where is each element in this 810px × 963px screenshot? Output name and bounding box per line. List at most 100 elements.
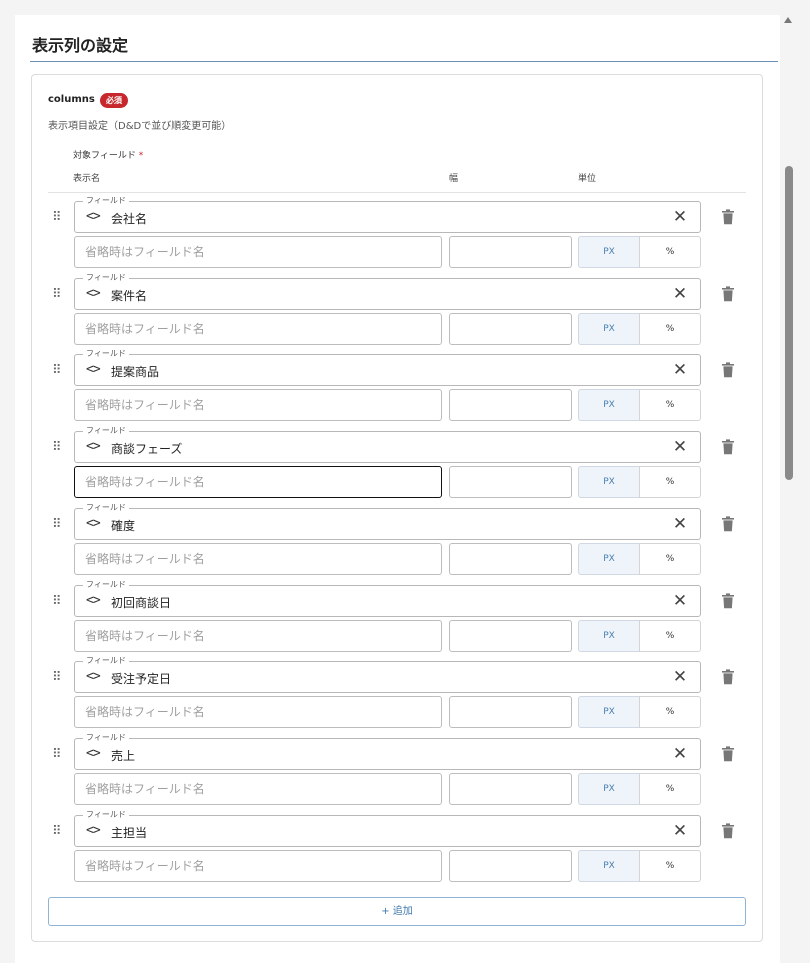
- close-icon[interactable]: ✕: [672, 361, 688, 379]
- field-select[interactable]: フィールド <> 商談フェーズ ✕: [74, 425, 701, 464]
- drag-handle-icon[interactable]: ⠿: [52, 441, 64, 455]
- display-name-input[interactable]: [74, 466, 442, 499]
- field-value: 商談フェーズ: [111, 442, 183, 457]
- unit-px-toggle[interactable]: PX: [578, 696, 640, 729]
- close-icon[interactable]: ✕: [672, 438, 688, 456]
- close-icon[interactable]: ✕: [672, 208, 688, 226]
- header-unit: 単位: [578, 174, 597, 184]
- display-name-input[interactable]: [74, 849, 442, 882]
- drag-handle-icon[interactable]: ⠿: [52, 517, 64, 532]
- scroll-up-arrow-icon[interactable]: [784, 17, 792, 23]
- width-input[interactable]: [449, 236, 572, 268]
- display-name-input[interactable]: [74, 619, 442, 652]
- column-row: ⠿ フィールド <> 確度 ✕ PX %: [32, 501, 762, 584]
- field-legend: フィールド: [83, 578, 129, 591]
- width-input[interactable]: [449, 466, 572, 499]
- unit-percent-toggle[interactable]: %: [639, 466, 701, 499]
- trash-icon[interactable]: [721, 439, 735, 455]
- width-input[interactable]: [449, 312, 572, 345]
- close-icon[interactable]: ✕: [672, 515, 688, 533]
- unit-px-toggle[interactable]: PX: [578, 772, 640, 805]
- unit-percent-toggle[interactable]: %: [639, 236, 701, 268]
- trash-icon[interactable]: [721, 592, 735, 609]
- unit-percent-toggle[interactable]: %: [639, 312, 701, 345]
- field-value: 会社名: [111, 212, 148, 226]
- unit-px-toggle[interactable]: PX: [578, 389, 640, 422]
- unit-percent-toggle[interactable]: %: [639, 619, 701, 652]
- drag-handle-icon[interactable]: ⠿: [52, 594, 64, 609]
- field-value: 確度: [111, 518, 136, 533]
- drag-handle-icon[interactable]: ⠿: [52, 211, 64, 225]
- field-legend: フィールド: [83, 731, 129, 744]
- unit-percent-toggle[interactable]: %: [639, 542, 701, 575]
- display-name-input[interactable]: [74, 312, 442, 345]
- display-name-input[interactable]: [74, 772, 442, 805]
- field-select[interactable]: フィールド <> 売上 ✕: [74, 731, 701, 770]
- unit-px-toggle[interactable]: PX: [578, 619, 640, 652]
- code-brackets-icon: <>: [86, 209, 101, 224]
- field-select[interactable]: フィールド <> 会社名 ✕: [74, 195, 701, 233]
- field-select[interactable]: フィールド <> 提案商品 ✕: [74, 348, 701, 387]
- trash-icon[interactable]: [721, 209, 735, 225]
- display-name-input[interactable]: [74, 696, 442, 729]
- code-brackets-icon: <>: [86, 439, 101, 455]
- close-icon[interactable]: ✕: [672, 822, 688, 840]
- unit-percent-toggle[interactable]: %: [639, 389, 701, 422]
- trash-icon[interactable]: [721, 516, 735, 532]
- add-column-button[interactable]: + 追加: [48, 897, 746, 926]
- field-select[interactable]: フィールド <> 確度 ✕: [74, 501, 701, 540]
- code-brackets-icon: <>: [86, 669, 101, 685]
- close-icon[interactable]: ✕: [672, 668, 688, 686]
- close-icon[interactable]: ✕: [672, 285, 688, 303]
- field-select[interactable]: フィールド <> 初回商談日 ✕: [74, 578, 701, 617]
- width-input[interactable]: [449, 849, 572, 882]
- display-name-input[interactable]: [74, 236, 442, 268]
- display-name-input[interactable]: [74, 542, 442, 575]
- trash-icon[interactable]: [721, 362, 735, 378]
- trash-icon[interactable]: [721, 822, 735, 839]
- drag-handle-icon[interactable]: ⠿: [52, 287, 64, 302]
- field-value: 提案商品: [111, 365, 160, 380]
- width-input[interactable]: [449, 772, 572, 805]
- unit-percent-toggle[interactable]: %: [639, 849, 701, 882]
- column-row: ⠿ フィールド <> 提案商品 ✕ PX %: [32, 348, 762, 430]
- trash-icon[interactable]: [721, 286, 735, 302]
- drag-handle-icon[interactable]: ⠿: [52, 364, 64, 378]
- field-legend: フィールド: [83, 195, 129, 207]
- drag-handle-icon[interactable]: ⠿: [52, 747, 64, 762]
- close-icon[interactable]: ✕: [672, 745, 688, 763]
- field-value: 初回商談日: [111, 595, 172, 610]
- unit-percent-toggle[interactable]: %: [639, 696, 701, 729]
- title-divider: [30, 61, 778, 62]
- field-value: 主担当: [111, 825, 148, 840]
- columns-description: 表示項目設定（D&Dで並び順変更可能）: [48, 121, 232, 132]
- code-brackets-icon: <>: [86, 285, 101, 301]
- scrollbar-thumb[interactable]: [785, 166, 793, 480]
- field-select[interactable]: フィールド <> 受注予定日 ✕: [74, 655, 701, 694]
- close-icon[interactable]: ✕: [672, 592, 688, 610]
- drag-handle-icon[interactable]: ⠿: [52, 671, 64, 685]
- width-input[interactable]: [449, 696, 572, 729]
- columns-label: columns: [48, 94, 95, 105]
- width-input[interactable]: [449, 389, 572, 422]
- drag-handle-icon[interactable]: ⠿: [52, 824, 64, 839]
- unit-px-toggle[interactable]: PX: [578, 466, 640, 499]
- width-input[interactable]: [449, 542, 572, 575]
- unit-px-toggle[interactable]: PX: [578, 312, 640, 345]
- field-select[interactable]: フィールド <> 案件名 ✕: [74, 271, 701, 310]
- width-input[interactable]: [449, 619, 572, 652]
- columns-card: columns 必須 表示項目設定（D&Dで並び順変更可能） 対象フィールド *…: [31, 74, 763, 942]
- section-title: 表示列の設定: [32, 36, 129, 55]
- unit-px-toggle[interactable]: PX: [578, 849, 640, 882]
- field-select[interactable]: フィールド <> 主担当 ✕: [74, 808, 701, 847]
- column-row: ⠿ フィールド <> 商談フェーズ ✕ PX %: [32, 425, 762, 507]
- trash-icon[interactable]: [721, 669, 735, 685]
- unit-px-toggle[interactable]: PX: [578, 542, 640, 575]
- unit-px-toggle[interactable]: PX: [578, 236, 640, 268]
- field-value: 売上: [111, 748, 136, 763]
- trash-icon[interactable]: [721, 746, 735, 762]
- field-legend: フィールド: [83, 271, 129, 284]
- column-row: ⠿ フィールド <> 主担当 ✕ PX %: [32, 808, 762, 891]
- unit-percent-toggle[interactable]: %: [639, 772, 701, 805]
- display-name-input[interactable]: [74, 389, 442, 422]
